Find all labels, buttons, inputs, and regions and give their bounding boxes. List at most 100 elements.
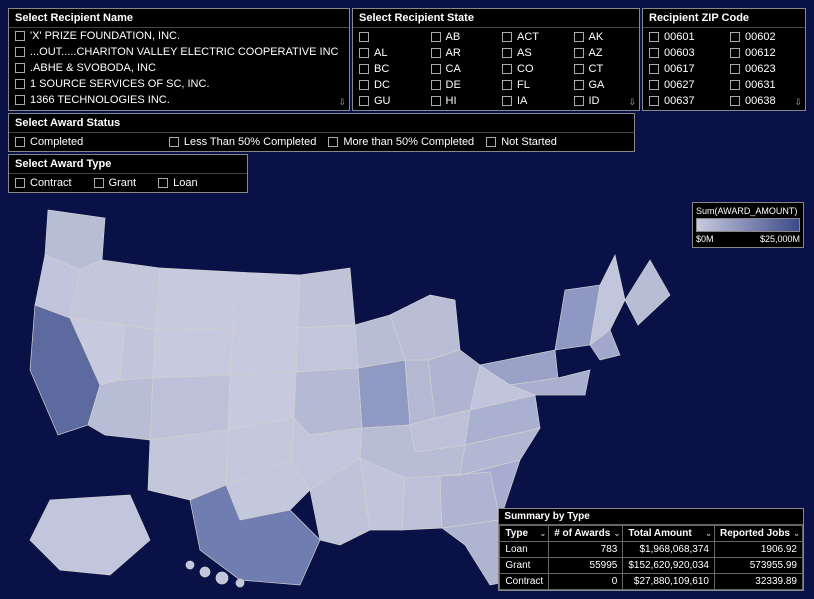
checkbox-icon[interactable]: [574, 32, 584, 42]
checkbox-icon[interactable]: [359, 48, 369, 58]
checkbox-icon[interactable]: [730, 96, 740, 106]
zip-option[interactable]: 00637: [643, 93, 724, 109]
table-row[interactable]: Contract0$27,880,109,61032339.89: [500, 574, 803, 590]
zip-option[interactable]: 00623: [724, 61, 805, 77]
status-option[interactable]: Completed: [9, 134, 163, 150]
state-option[interactable]: AL: [353, 45, 425, 61]
checkbox-icon[interactable]: [502, 80, 512, 90]
checkbox-icon[interactable]: [15, 137, 25, 147]
checkbox-icon[interactable]: [169, 137, 179, 147]
col-awards[interactable]: # of Awards⌄: [549, 526, 623, 542]
checkbox-icon[interactable]: [158, 178, 168, 188]
state-mt[interactable]: [155, 268, 235, 330]
checkbox-icon[interactable]: [730, 64, 740, 74]
checkbox-icon[interactable]: [431, 48, 441, 58]
state-option[interactable]: DE: [425, 77, 497, 93]
table-row[interactable]: Grant55995$152,620,920,034573955.99: [500, 558, 803, 574]
recipient-name-option[interactable]: 1366 TECHNOLOGIES INC.: [9, 92, 349, 108]
state-nd[interactable]: [233, 272, 300, 328]
state-option[interactable]: DC: [353, 77, 425, 93]
checkbox-icon[interactable]: [574, 80, 584, 90]
recipient-name-option[interactable]: 'X' PRIZE FOUNDATION, INC.: [9, 28, 349, 44]
checkbox-icon[interactable]: [574, 96, 584, 106]
state-option[interactable]: AB: [425, 29, 497, 45]
recipient-name-option[interactable]: .ABHE & SVOBODA, INC: [9, 60, 349, 76]
state-option[interactable]: ACT: [496, 29, 568, 45]
state-option[interactable]: CA: [425, 61, 497, 77]
checkbox-icon[interactable]: [502, 64, 512, 74]
zip-option[interactable]: 00603: [643, 45, 724, 61]
checkbox-icon[interactable]: [502, 96, 512, 106]
status-option[interactable]: Not Started: [480, 134, 634, 150]
type-option[interactable]: Loan: [152, 175, 213, 191]
checkbox-icon[interactable]: [431, 96, 441, 106]
checkbox-icon[interactable]: [649, 96, 659, 106]
state-ga[interactable]: [440, 472, 500, 528]
type-option[interactable]: Contract: [9, 175, 88, 191]
state-option[interactable]: CT: [568, 61, 640, 77]
checkbox-icon[interactable]: [359, 80, 369, 90]
checkbox-icon[interactable]: [431, 32, 441, 42]
state-option[interactable]: GU: [353, 93, 425, 109]
checkbox-icon[interactable]: [15, 47, 25, 57]
zip-option[interactable]: 00631: [724, 77, 805, 93]
state-option[interactable]: AS: [496, 45, 568, 61]
state-ak[interactable]: [30, 495, 150, 575]
checkbox-icon[interactable]: [730, 80, 740, 90]
state-option[interactable]: HI: [425, 93, 497, 109]
scroll-down-icon[interactable]: ⇩: [338, 97, 346, 108]
col-amount[interactable]: Total Amount⌄: [623, 526, 715, 542]
checkbox-icon[interactable]: [431, 64, 441, 74]
checkbox-icon[interactable]: [649, 48, 659, 58]
state-option[interactable]: IA: [496, 93, 568, 109]
checkbox-icon[interactable]: [15, 95, 25, 105]
checkbox-icon[interactable]: [359, 64, 369, 74]
state-co[interactable]: [150, 375, 230, 440]
state-option[interactable]: AK: [568, 29, 640, 45]
state-mn[interactable]: [298, 268, 355, 328]
checkbox-icon[interactable]: [502, 48, 512, 58]
checkbox-icon[interactable]: [359, 96, 369, 106]
state-al[interactable]: [402, 476, 442, 530]
state-option[interactable]: AZ: [568, 45, 640, 61]
checkbox-icon[interactable]: [649, 80, 659, 90]
zip-option[interactable]: 00601: [643, 29, 724, 45]
checkbox-icon[interactable]: [649, 64, 659, 74]
zip-option[interactable]: 00638: [724, 93, 805, 109]
zip-option[interactable]: 00617: [643, 61, 724, 77]
status-option[interactable]: More than 50% Completed: [322, 134, 480, 150]
checkbox-icon[interactable]: [15, 79, 25, 89]
checkbox-icon[interactable]: [94, 178, 104, 188]
checkbox-icon[interactable]: [359, 32, 369, 42]
checkbox-icon[interactable]: [431, 80, 441, 90]
checkbox-icon[interactable]: [730, 32, 740, 42]
state-id[interactable]: [70, 260, 160, 330]
checkbox-icon[interactable]: [15, 31, 25, 41]
checkbox-icon[interactable]: [574, 64, 584, 74]
checkbox-icon[interactable]: [649, 32, 659, 42]
checkbox-icon[interactable]: [15, 63, 25, 73]
recipient-name-option[interactable]: 1 SOURCE SERVICES OF SC, INC.: [9, 76, 349, 92]
zip-option[interactable]: 00612: [724, 45, 805, 61]
status-option[interactable]: Less Than 50% Completed: [163, 134, 323, 150]
state-sd[interactable]: [230, 328, 298, 375]
scroll-down-icon[interactable]: ⇩: [628, 97, 636, 108]
state-il[interactable]: [358, 360, 410, 428]
state-option[interactable]: FL: [496, 77, 568, 93]
state-option[interactable]: BC: [353, 61, 425, 77]
state-mo[interactable]: [294, 368, 362, 435]
checkbox-icon[interactable]: [15, 178, 25, 188]
state-option[interactable]: [353, 29, 425, 45]
zip-option[interactable]: 00627: [643, 77, 724, 93]
state-option[interactable]: CO: [496, 61, 568, 77]
type-option[interactable]: Grant: [88, 175, 153, 191]
state-ia[interactable]: [296, 325, 358, 372]
state-me[interactable]: [625, 260, 670, 325]
checkbox-icon[interactable]: [574, 48, 584, 58]
scroll-down-icon[interactable]: ⇩: [794, 97, 802, 108]
checkbox-icon[interactable]: [486, 137, 496, 147]
state-wy[interactable]: [153, 328, 233, 378]
checkbox-icon[interactable]: [502, 32, 512, 42]
state-option[interactable]: GA: [568, 77, 640, 93]
recipient-name-option[interactable]: ...OUT.....CHARITON VALLEY ELECTRIC COOP…: [9, 44, 349, 60]
